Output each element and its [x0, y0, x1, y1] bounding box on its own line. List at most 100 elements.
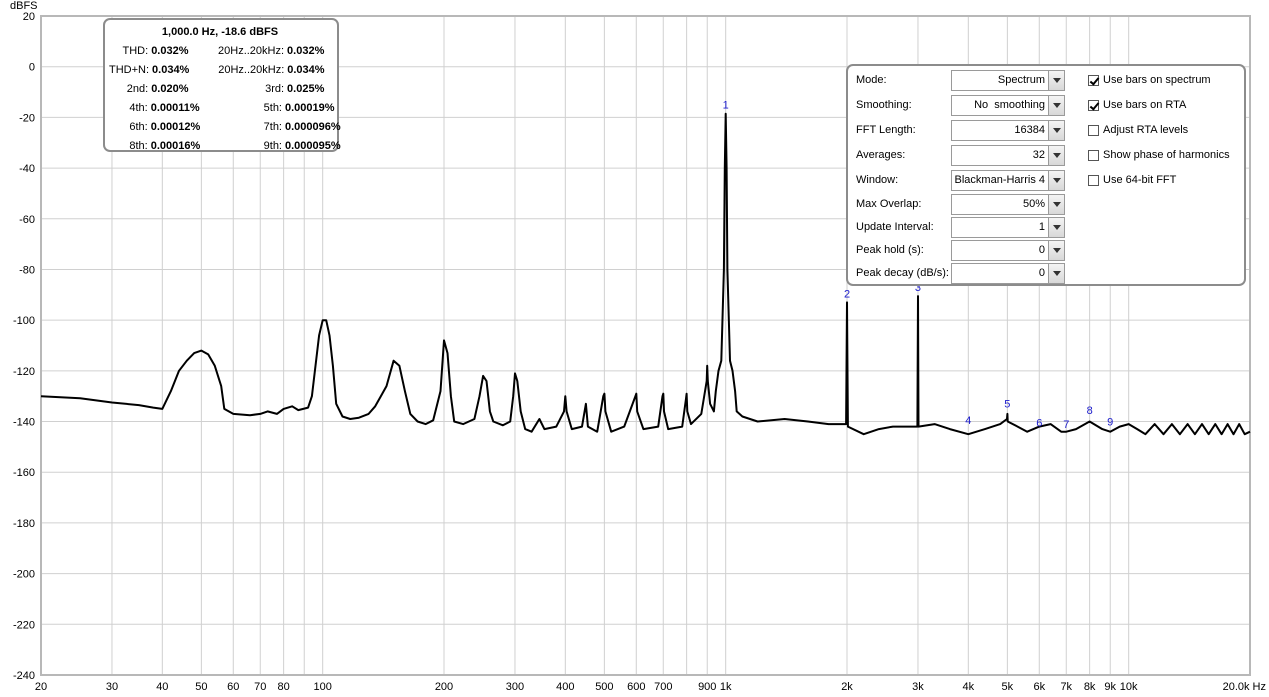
x-tick-label: 30	[106, 681, 118, 693]
harmonic-marker-label: 9	[1107, 416, 1113, 428]
x-tick-label: 6k	[1033, 681, 1045, 693]
fft-length-value: 16384	[1014, 124, 1045, 136]
distortion-label: 20Hz..20kHz:	[218, 45, 285, 57]
distortion-value: 0.020%	[151, 83, 189, 95]
mode-setting: Mode: Spectrum	[856, 70, 1076, 92]
peak-hold-dropdown[interactable]: 0	[951, 240, 1065, 261]
averages-setting: Averages: 32	[856, 145, 1076, 167]
harmonic-marker-label: 6	[1036, 418, 1042, 430]
harmonic-marker-label: 7	[1063, 419, 1069, 431]
x-tick-label: 900	[698, 681, 716, 693]
window-value: Blackman-Harris 4	[954, 174, 1045, 186]
chevron-down-icon[interactable]	[1048, 71, 1064, 90]
distortion-label: 7th:	[263, 121, 282, 133]
x-tick-label: 500	[595, 681, 613, 693]
harmonic-marker-label: 5	[1004, 399, 1010, 411]
distortion-label: 3rd:	[265, 83, 285, 95]
distortion-value: 0.025%	[287, 83, 325, 95]
distortion-value: 0.00012%	[150, 121, 201, 133]
fft-length-label: FFT Length:	[856, 124, 916, 136]
distortion-value: 0.00011%	[150, 102, 200, 114]
chevron-down-icon[interactable]	[1048, 171, 1064, 190]
checkbox-icon[interactable]	[1088, 150, 1099, 161]
checkbox-icon[interactable]	[1088, 125, 1099, 136]
use-64-bit-fft-label: Use 64-bit FFT	[1103, 174, 1177, 186]
y-axis-ticks: 20 0 -20 -40 -60 -80 -100 -120 -140 -160 -180 -200 -…	[13, 11, 35, 682]
peak-hold-value: 0	[1038, 244, 1045, 256]
averages-value: 32	[1032, 149, 1045, 161]
update-interval-dropdown[interactable]: 1	[951, 217, 1065, 238]
averages-dropdown[interactable]: 32	[951, 145, 1065, 166]
y-tick-label: -40	[19, 163, 35, 175]
harmonic-marker-label: 4	[965, 415, 971, 427]
averages-label: Averages:	[856, 149, 906, 161]
chevron-down-icon[interactable]	[1048, 218, 1064, 237]
chevron-down-icon[interactable]	[1048, 96, 1064, 115]
x-tick-label: 50	[195, 681, 207, 693]
distortion-row: 2nd: 0.020% 3rd: 0.025%	[109, 80, 331, 99]
chevron-down-icon[interactable]	[1048, 264, 1064, 283]
smoothing-dropdown[interactable]: No smoothing	[951, 95, 1065, 116]
y-tick-label: -60	[19, 214, 35, 226]
chevron-down-icon[interactable]	[1048, 121, 1064, 140]
max-overlap-value: 50%	[1022, 198, 1045, 210]
checkbox-icon[interactable]	[1088, 100, 1099, 111]
max-overlap-dropdown[interactable]: 50%	[951, 194, 1065, 215]
chevron-down-icon[interactable]	[1048, 146, 1064, 165]
distortion-label: 20Hz..20kHz:	[218, 64, 285, 76]
distortion-value: 0.034%	[152, 64, 190, 76]
distortion-label: 2nd:	[126, 83, 149, 95]
y-tick-label: -220	[13, 619, 35, 631]
window-label: Window:	[856, 174, 899, 186]
distortion-label: THD+N:	[109, 64, 150, 76]
update-interval-setting: Update Interval: 1	[856, 217, 1076, 239]
window-setting: Window: Blackman-Harris 4	[856, 170, 1076, 192]
chevron-down-icon[interactable]	[1048, 241, 1064, 260]
distortion-label: 9th:	[263, 140, 282, 152]
distortion-row: 8th: 0.00016% 9th: 0.000095%	[109, 137, 340, 156]
x-tick-label: 400	[556, 681, 574, 693]
x-tick-label: 9k	[1104, 681, 1116, 693]
analyser-settings-panel: Mode: Spectrum Smoothing: No smoothing F…	[846, 64, 1246, 286]
y-tick-label: -20	[19, 112, 35, 124]
x-tick-label: 600	[627, 681, 645, 693]
distortion-row: THD: 0.032% 20Hz..20kHz: 0.032%	[109, 42, 331, 61]
peak-decay-value: 0	[1038, 267, 1045, 279]
harmonic-marker-label: 2	[844, 288, 850, 300]
y-tick-label: -120	[13, 366, 35, 378]
x-tick-label: 300	[506, 681, 524, 693]
update-interval-value: 1	[1038, 221, 1045, 233]
distortion-label: 8th:	[129, 140, 148, 152]
mode-dropdown[interactable]: Spectrum	[951, 70, 1065, 91]
distortion-row: 6th: 0.00012% 7th: 0.000096%	[109, 118, 340, 137]
x-axis-ticks: 20 30 40 50 60 70 80 100 200 300 400 500 600 700 900 1k…	[35, 681, 1266, 693]
x-tick-label: 10k	[1120, 681, 1138, 693]
x-tick-label: 5k	[1002, 681, 1014, 693]
fft-length-dropdown[interactable]: 16384	[951, 120, 1065, 141]
fft-length-setting: FFT Length: 16384	[856, 120, 1076, 142]
checkbox-icon[interactable]	[1088, 175, 1099, 186]
peak-hold-setting: Peak hold (s): 0	[856, 240, 1076, 262]
x-tick-label: 7k	[1060, 681, 1072, 693]
chevron-down-icon[interactable]	[1048, 195, 1064, 214]
smoothing-value: No smoothing	[974, 99, 1045, 111]
distortion-label: 5th:	[263, 102, 282, 114]
distortion-row: 4th: 0.00011% 5th: 0.00019%	[109, 99, 334, 118]
mode-label: Mode:	[856, 74, 887, 86]
distortion-panel: 1,000.0 Hz, -18.6 dBFS THD: 0.032% 20Hz.…	[103, 18, 341, 152]
distortion-label: THD:	[122, 45, 149, 57]
x-tick-label: 700	[654, 681, 672, 693]
x-tick-label: 3k	[912, 681, 924, 693]
adjust-rta-levels-label: Adjust RTA levels	[1103, 124, 1189, 136]
use-bars-on-spectrum-label: Use bars on spectrum	[1103, 74, 1211, 86]
checkbox-icon[interactable]	[1088, 75, 1099, 86]
distortion-header: 1,000.0 Hz, -18.6 dBFS	[161, 26, 279, 38]
y-tick-label: 0	[29, 62, 35, 74]
x-tick-label: 40	[156, 681, 168, 693]
peak-hold-label: Peak hold (s):	[856, 244, 924, 256]
peak-decay-dropdown[interactable]: 0	[951, 263, 1065, 284]
distortion-label: 4th:	[129, 102, 148, 114]
harmonic-marker-label: 8	[1087, 405, 1093, 417]
window-dropdown[interactable]: Blackman-Harris 4	[951, 170, 1065, 191]
x-tick-label: 8k	[1084, 681, 1096, 693]
